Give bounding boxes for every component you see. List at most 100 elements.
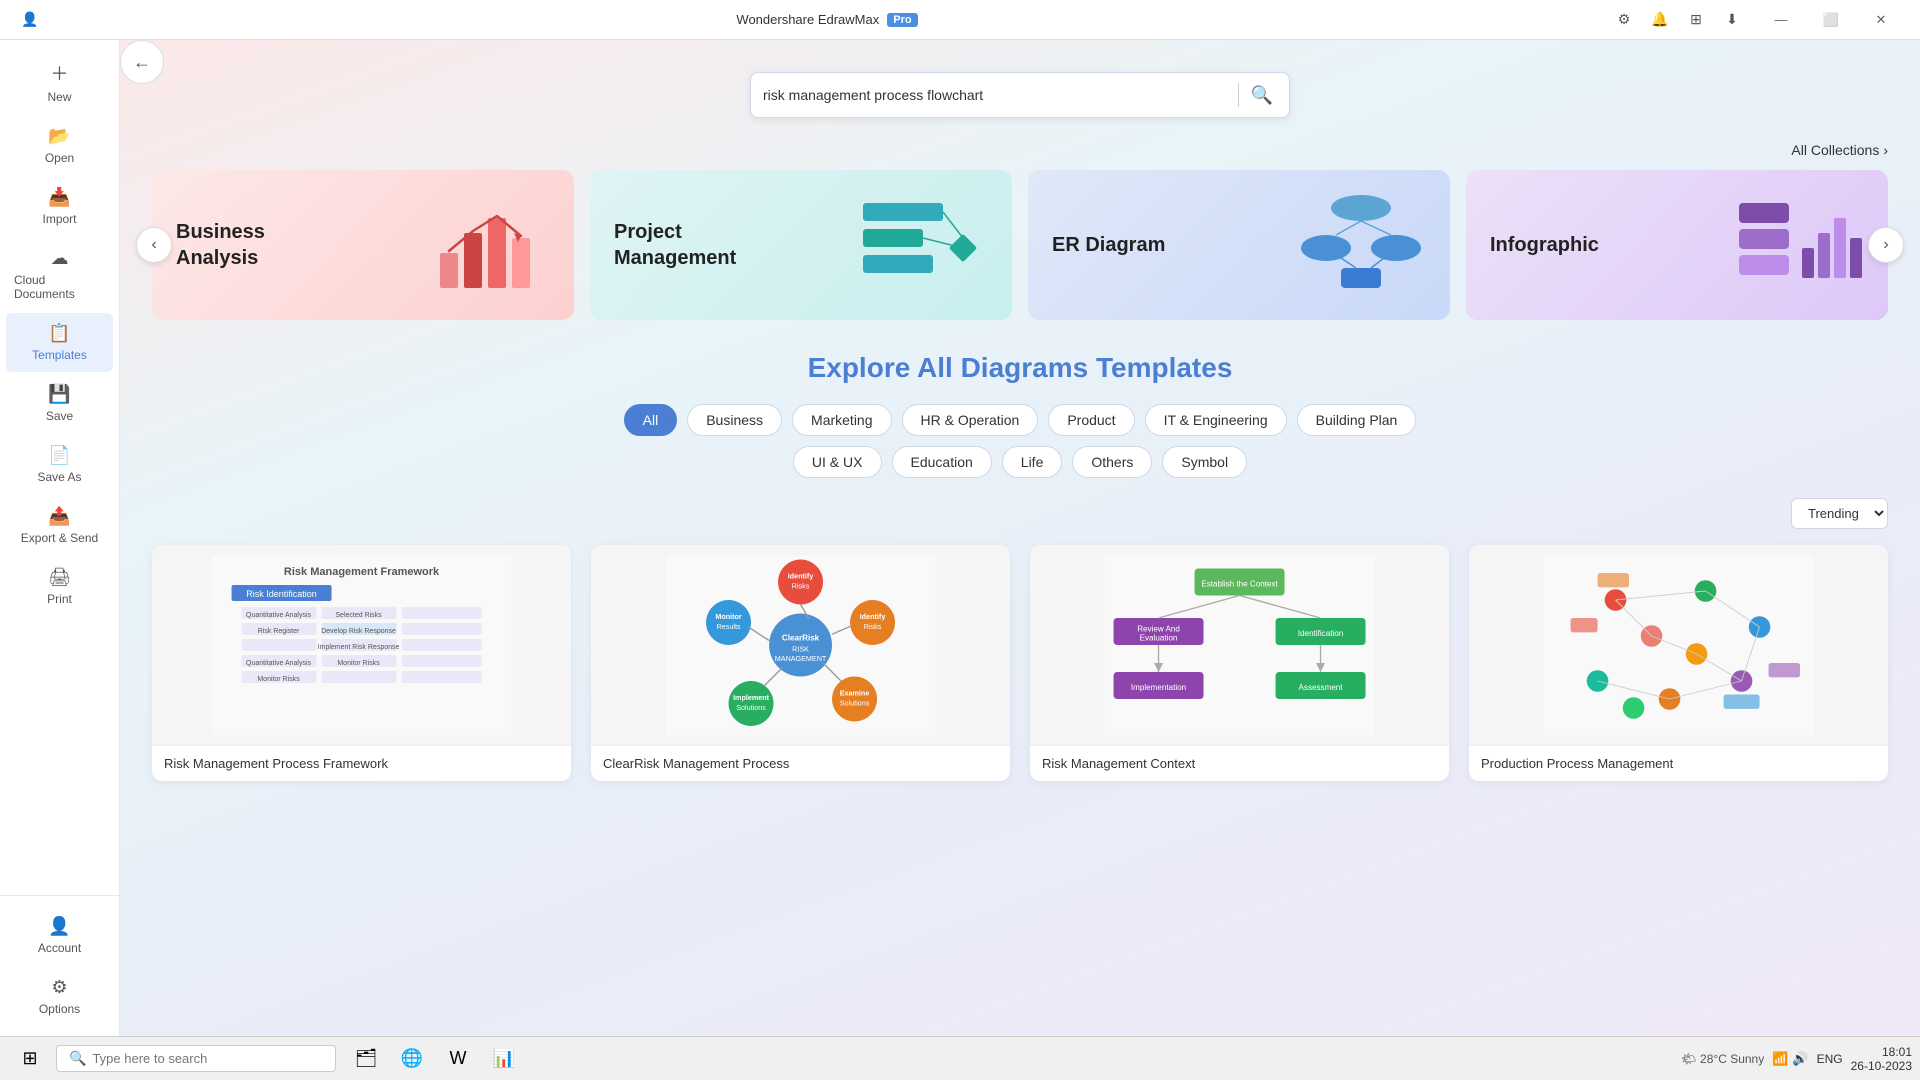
sidebar-top: ＋ New 📂 Open 📥 Import ☁ Cloud Documents … [0,40,119,895]
sidebar-item-templates[interactable]: 📋 Templates [6,313,113,372]
card-icon-infographic [1734,193,1864,298]
filter-business[interactable]: Business [687,404,782,436]
carousel-card-infographic[interactable]: Infographic [1466,170,1888,320]
svg-text:Solutions: Solutions [736,703,766,712]
tray-network[interactable]: 📶 [1772,1051,1788,1067]
svg-text:Evaluation: Evaluation [1140,634,1178,643]
sidebar-item-import[interactable]: 📥 Import [6,177,113,236]
carousel-prev-button[interactable]: ‹ [136,227,172,263]
sidebar-item-account[interactable]: 👤 Account [6,906,113,965]
template-grid: Risk Management Framework Risk Identific… [152,545,1888,781]
minimize-button[interactable]: — [1758,4,1804,36]
card-title-project-management: ProjectManagement [614,219,736,271]
all-collections-button[interactable]: All Collections › [1791,142,1888,158]
filter-education[interactable]: Education [892,446,992,478]
weather-icon: 🌤 [1681,1052,1696,1066]
filter-product[interactable]: Product [1048,404,1134,436]
svg-text:Risks: Risks [792,581,810,590]
title-bar: 👤 Wondershare EdrawMax Pro ⚙ 🔔 ⊞ ⬇ — ⬜ ✕ [0,0,1920,40]
taskbar-app-explorer[interactable]: 🗂 [344,1041,388,1077]
template-card-4[interactable]: Production Process Management [1469,545,1888,781]
search-button[interactable]: 🔍 [1247,81,1277,110]
svg-text:Quantitative Analysis: Quantitative Analysis [246,612,311,619]
maximize-button[interactable]: ⬜ [1808,4,1854,36]
search-divider [1238,83,1239,107]
taskbar-app-edraw[interactable]: 📊 [482,1041,526,1077]
svg-text:Identify: Identify [788,571,814,580]
filter-symbol[interactable]: Symbol [1162,446,1247,478]
sidebar-item-cloud[interactable]: ☁ Cloud Documents [6,238,113,311]
template-card-2[interactable]: ClearRisk RISK MANAGEMENT Identify Risks… [591,545,1010,781]
filter-others[interactable]: Others [1072,446,1152,478]
template-thumb-3: Establish the Context Review And Evaluat… [1030,545,1449,745]
collections-label: All Collections [1791,142,1879,158]
filter-tags-row1: All Business Marketing HR & Operation Pr… [152,404,1888,436]
app-title-group: Wondershare EdrawMax Pro [736,12,917,27]
grid-icon[interactable]: ⊞ [1682,6,1710,34]
filter-hr[interactable]: HR & Operation [902,404,1039,436]
settings-icon[interactable]: ⚙ [1610,6,1638,34]
sidebar-item-print[interactable]: 🖨 Print [6,557,113,616]
sidebar-label-print: Print [47,592,72,606]
carousel-card-business-analysis[interactable]: BusinessAnalysis [152,170,574,320]
search-input[interactable] [763,87,1230,103]
carousel-card-project-management[interactable]: ProjectManagement [590,170,1012,320]
explore-title-highlight: All Diagrams Templates [917,352,1232,383]
filter-ui[interactable]: UI & UX [793,446,882,478]
filter-life[interactable]: Life [1002,446,1063,478]
svg-text:RISK: RISK [792,644,809,653]
toolbar-icons: ⚙ 🔔 ⊞ ⬇ [1610,6,1746,34]
avatar-icon[interactable]: 👤 [16,6,44,34]
filter-marketing[interactable]: Marketing [792,404,891,436]
filter-building[interactable]: Building Plan [1297,404,1417,436]
sort-dropdown[interactable]: Trending Newest Popular [1791,498,1888,529]
title-icons: 👤 [16,6,44,34]
template-card-1[interactable]: Risk Management Framework Risk Identific… [152,545,571,781]
card-title-infographic: Infographic [1490,232,1599,258]
search-box: 🔍 [750,72,1290,118]
filter-it[interactable]: IT & Engineering [1145,404,1287,436]
sidebar-item-saveas[interactable]: 📄 Save As [6,435,113,494]
taskbar-app-chrome[interactable]: 🌐 [390,1041,434,1077]
svg-text:Establish the Context: Establish the Context [1201,580,1278,589]
svg-text:Identify: Identify [860,612,886,621]
template-card-3[interactable]: Establish the Context Review And Evaluat… [1030,545,1449,781]
template-title-1: Risk Management Process Framework [152,745,571,781]
sidebar-item-export[interactable]: 📤 Export & Send [6,496,113,555]
sidebar-item-options[interactable]: ⚙ Options [6,967,113,1026]
sidebar-item-new[interactable]: ＋ New [6,50,113,114]
tray-icons: 📶 🔊 [1772,1051,1808,1067]
sidebar-label-cloud: Cloud Documents [14,273,105,301]
svg-text:MANAGEMENT: MANAGEMENT [775,654,827,663]
close-button[interactable]: ✕ [1858,4,1904,36]
template-thumb-4 [1469,545,1888,745]
sidebar-item-save[interactable]: 💾 Save [6,374,113,433]
sidebar: ＋ New 📂 Open 📥 Import ☁ Cloud Documents … [0,40,120,1036]
svg-text:Risks: Risks [864,622,882,631]
sidebar-label-new: New [47,90,71,104]
download-icon[interactable]: ⬇ [1718,6,1746,34]
carousel-card-er-diagram[interactable]: ER Diagram [1028,170,1450,320]
sidebar-item-open[interactable]: 📂 Open [6,116,113,175]
taskbar-apps: 🗂 🌐 W 📊 [344,1041,526,1077]
carousel-next-button[interactable]: › [1868,227,1904,263]
back-button[interactable]: ← [120,40,164,84]
start-button[interactable]: ⊞ [8,1041,52,1077]
svg-text:Risk Register: Risk Register [258,628,300,635]
cloud-icon: ☁ [51,248,69,269]
sidebar-label-templates: Templates [32,348,87,362]
taskbar-clock: 18:01 26-10-2023 [1851,1045,1912,1073]
svg-text:Monitor Risks: Monitor Risks [257,676,300,683]
svg-text:Risk Management Framework: Risk Management Framework [284,566,440,578]
taskbar-time-text: 18:01 [1851,1045,1912,1059]
taskbar-app-word[interactable]: W [436,1041,480,1077]
sort-container: Trending Newest Popular [152,498,1888,529]
taskbar-language: ENG [1817,1052,1843,1066]
bell-icon[interactable]: 🔔 [1646,6,1674,34]
filter-all[interactable]: All [624,404,678,436]
print-icon: 🖨 [48,567,71,588]
taskbar-search-input[interactable] [92,1051,323,1066]
tray-volume[interactable]: 🔊 [1792,1051,1808,1067]
svg-text:Develop Risk Response: Develop Risk Response [321,628,396,635]
svg-text:Monitor: Monitor [715,612,742,621]
